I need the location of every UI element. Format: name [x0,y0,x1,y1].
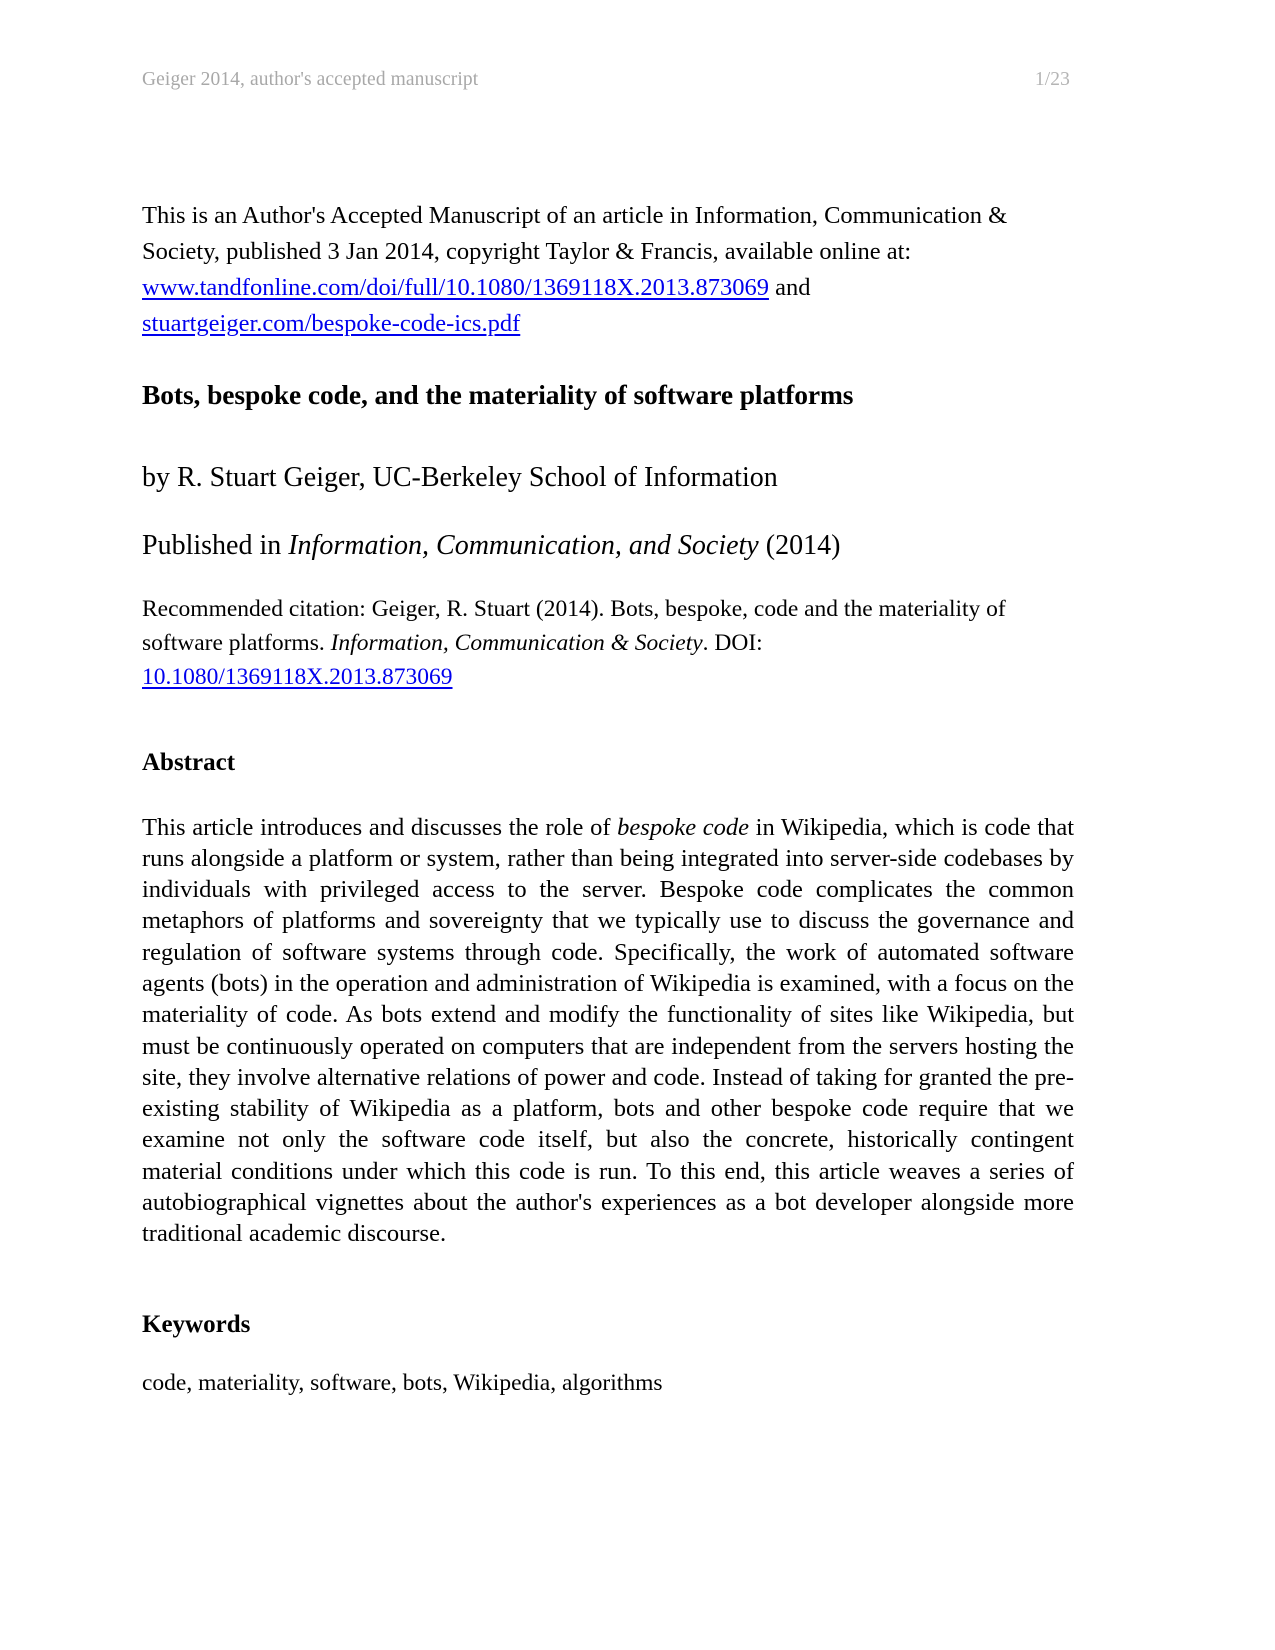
abstract-text-part-two: in Wikipedia, which is code that runs al… [142,813,1074,1248]
running-header: Geiger 2014, author's accepted manuscrip… [142,68,1072,91]
availability-note-text: This is an Author's Accepted Manuscript … [142,201,1008,265]
published-in-prefix: Published in [142,530,289,561]
doi-link[interactable]: 10.1080/1369118X.2013.873069 [142,664,453,690]
keywords-heading: Keywords [142,1310,251,1338]
document-page: Geiger 2014, author's accepted manuscrip… [0,0,1275,1650]
recommended-citation: Recommended citation: Geiger, R. Stuart … [142,592,1072,694]
abstract-body: This article introduces and discusses th… [142,812,1074,1250]
page-number: 1/23 [1034,69,1070,90]
keywords-list: code, materiality, software, bots, Wikip… [142,1369,663,1396]
abstract-emphasis-term: bespoke code [617,813,749,841]
manuscript-availability-note: This is an Author's Accepted Manuscript … [142,198,1074,342]
citation-journal-name: Information, Communication & Society [330,629,703,656]
link-joiner: and [768,273,811,301]
citation-doi-label: . DOI: [702,629,763,656]
abstract-heading: Abstract [142,748,236,776]
journal-name: Information, Communication, and Society [288,530,759,561]
tandfonline-link[interactable]: www.tandfonline.com/doi/full/10.1080/136… [142,274,769,301]
author-byline: by R. Stuart Geiger, UC-Berkeley School … [142,462,778,493]
running-header-text: Geiger 2014, author's accepted manuscrip… [142,69,479,90]
stuartgeiger-link[interactable]: stuartgeiger.com/bespoke-code-ics.pdf [142,310,520,337]
abstract-text-part-one: This article introduces and discusses th… [142,813,618,841]
published-in-year: (2014) [758,530,841,561]
published-in-line: Published in Information, Communication,… [142,528,1082,564]
page-title: Bots, bespoke code, and the materiality … [142,379,854,411]
